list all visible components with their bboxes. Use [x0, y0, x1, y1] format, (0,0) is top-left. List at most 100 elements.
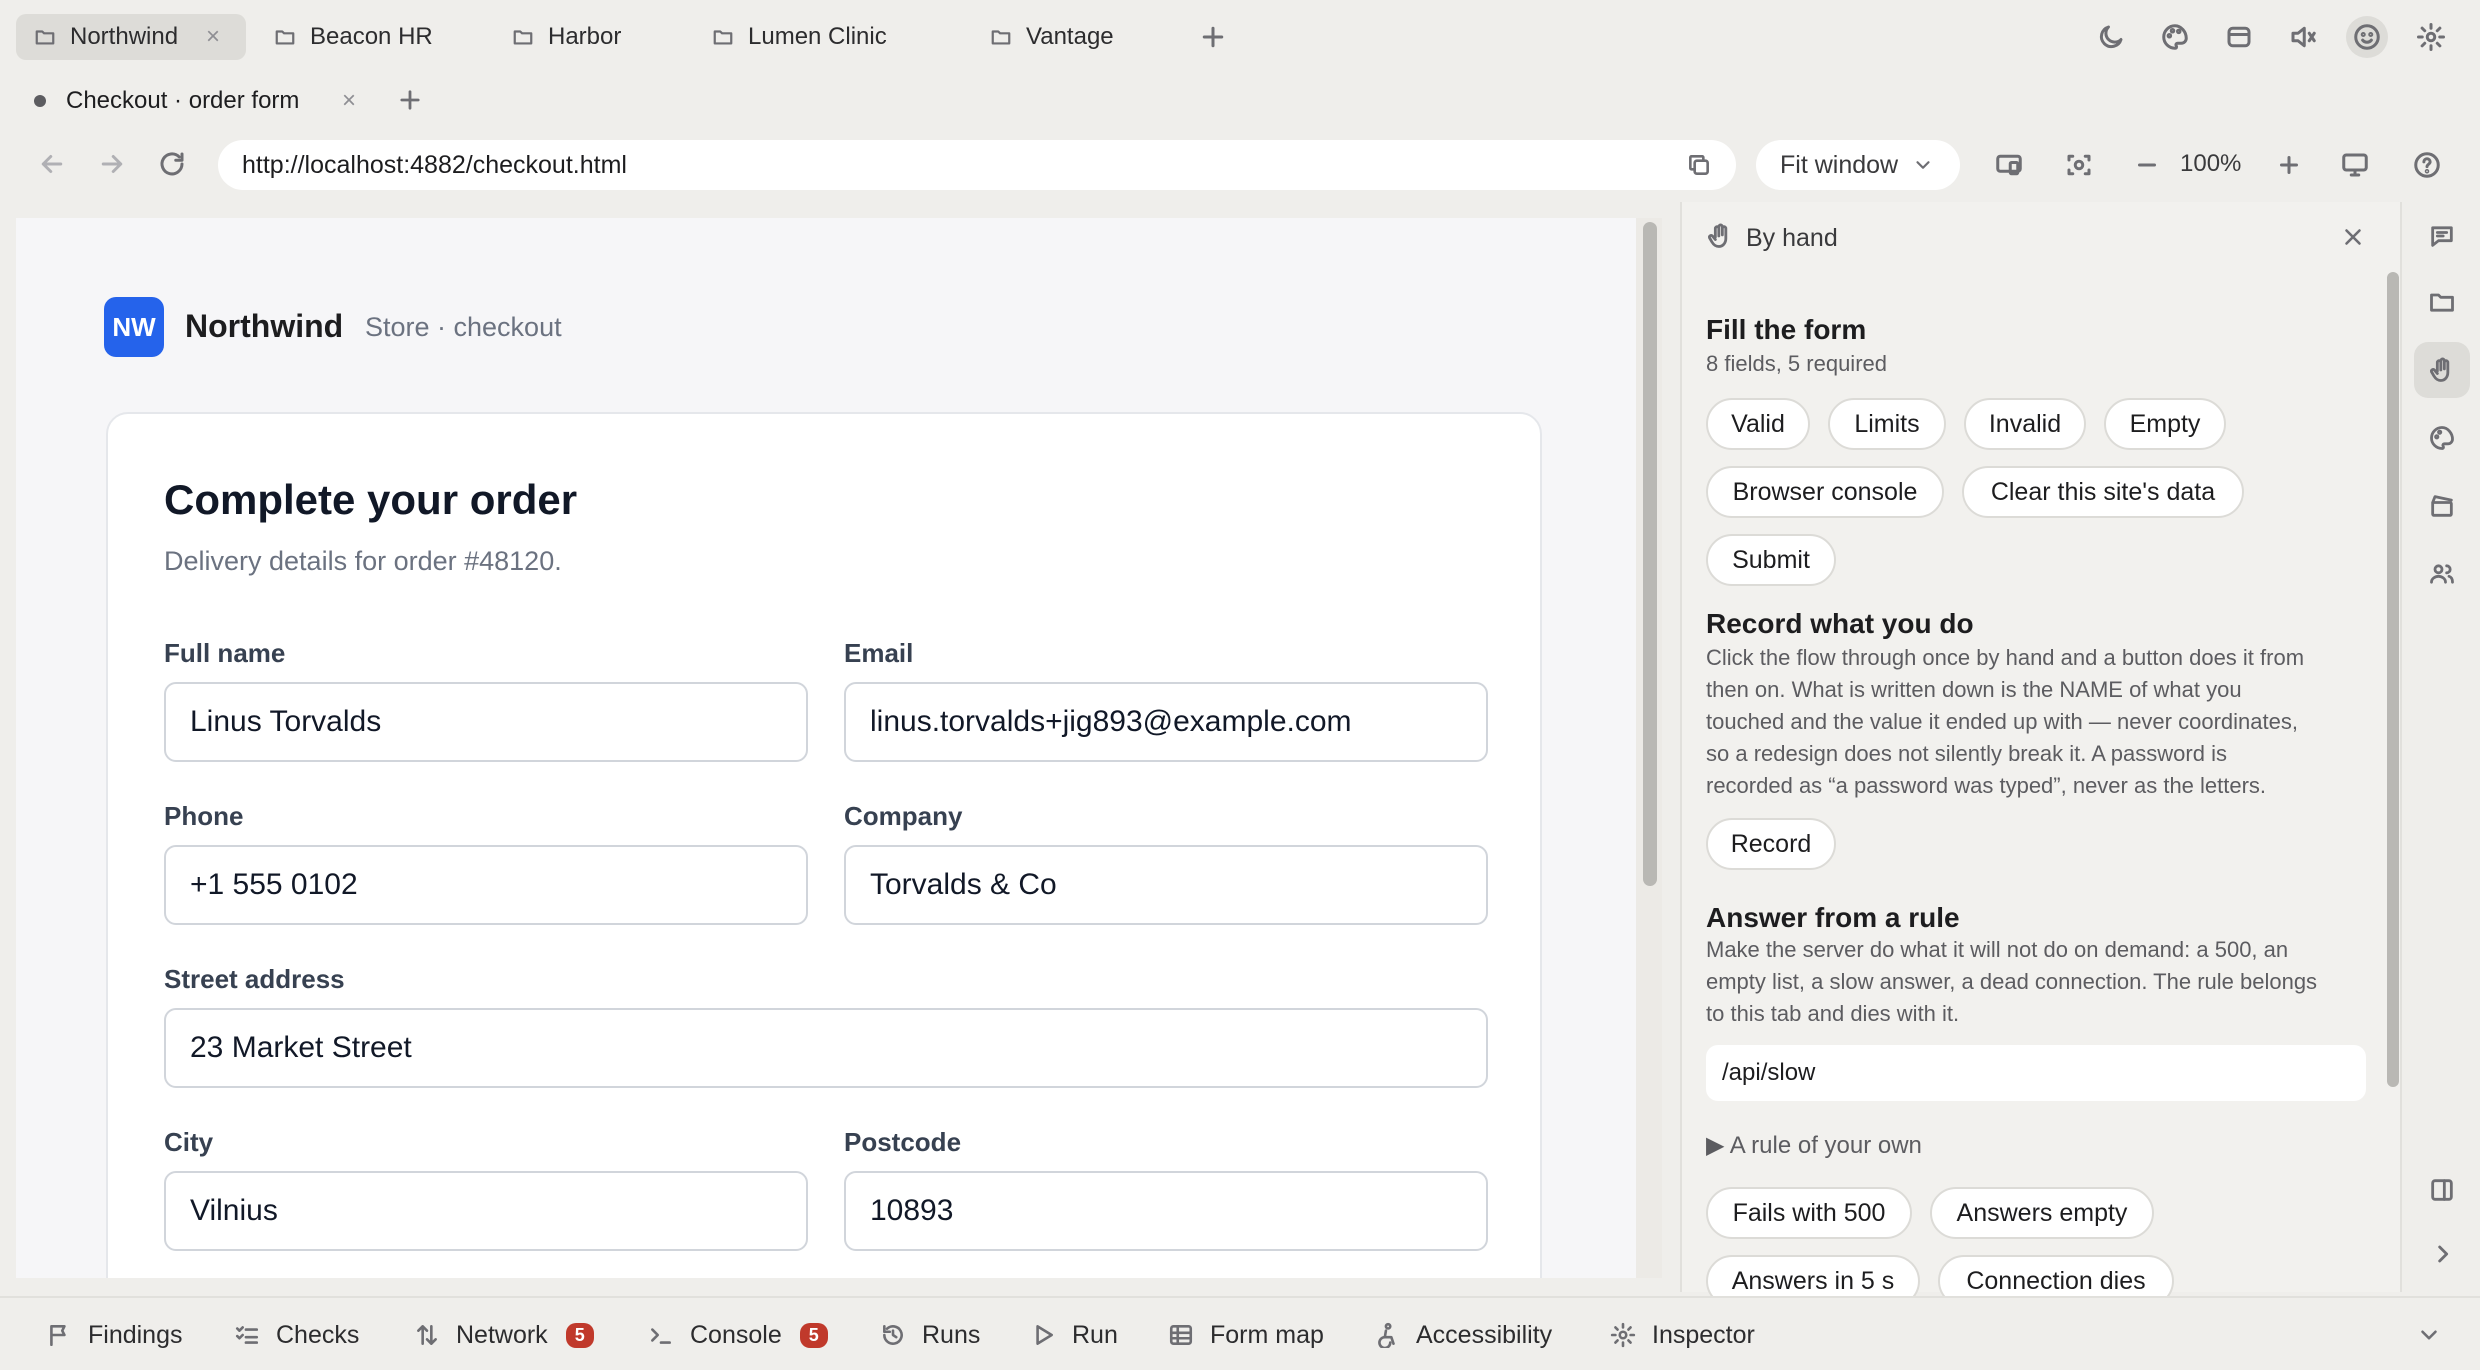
tab-label: Run	[1072, 1320, 1118, 1349]
page-viewport: NW Northwind Store · checkout Complete y…	[16, 218, 1636, 1278]
help-icon[interactable]	[2404, 142, 2450, 188]
address-row: http://localhost:4882/checkout.html Fit …	[0, 128, 2480, 200]
phone-label: Phone	[164, 801, 244, 831]
empty-button[interactable]: Empty	[2104, 398, 2226, 450]
browser-console-button[interactable]: Browser console	[1706, 466, 1944, 518]
workspace-tab-label: Beacon HR	[310, 23, 433, 50]
new-workspace-plus-icon[interactable]	[1192, 16, 1234, 58]
arrows-icon	[414, 1322, 440, 1348]
copy-icon[interactable]	[1686, 152, 1712, 178]
clapper-icon[interactable]	[2414, 478, 2470, 534]
network-count-badge: 5	[565, 1322, 594, 1348]
page-scrollbar-thumb[interactable]	[1643, 222, 1657, 886]
reload-icon[interactable]	[148, 140, 196, 188]
email-label: Email	[844, 638, 914, 668]
submit-button[interactable]: Submit	[1706, 534, 1836, 586]
palette-icon[interactable]	[2154, 16, 2196, 58]
workspace-tab-lumen-clinic[interactable]: Lumen Clinic	[694, 14, 905, 60]
back-arrow-icon[interactable]	[28, 140, 76, 188]
rule-path-input[interactable]: /api/slow	[1706, 1045, 2366, 1101]
own-rule-disclosure[interactable]: ▶ A rule of your own	[1706, 1131, 1922, 1160]
hand-icon[interactable]	[2414, 342, 2470, 398]
limits-button[interactable]: Limits	[1828, 398, 1946, 450]
answers-empty-button[interactable]: Answers empty	[1930, 1187, 2154, 1239]
tab-label: Runs	[922, 1320, 981, 1349]
folder-icon	[274, 26, 296, 48]
smiley-icon[interactable]	[2346, 16, 2388, 58]
collapse-panel-chevron-icon[interactable]	[2416, 1316, 2442, 1354]
url-text: http://localhost:4882/checkout.html	[242, 150, 627, 179]
fit-window-label: Fit window	[1780, 150, 1899, 179]
responsive-icon[interactable]	[1986, 142, 2032, 188]
email-input[interactable]: linus.torvalds+jig893@example.com	[844, 682, 1488, 762]
fit-window-select[interactable]: Fit window	[1756, 140, 1960, 190]
mute-icon[interactable]	[2282, 16, 2324, 58]
flag-icon	[46, 1322, 72, 1348]
tab-inspector[interactable]: Inspector	[1610, 1316, 1755, 1354]
screenshot-icon[interactable]	[2056, 142, 2102, 188]
workspace-tab-harbor[interactable]: Harbor	[494, 14, 639, 60]
url-field[interactable]: http://localhost:4882/checkout.html	[218, 140, 1736, 190]
valid-button[interactable]: Valid	[1706, 398, 1810, 450]
tab-runs[interactable]: Runs	[880, 1316, 980, 1354]
tab-accessibility[interactable]: Accessibility	[1374, 1316, 1552, 1354]
record-line: Click the flow through once by hand and …	[1706, 645, 2305, 670]
close-icon[interactable]: ×	[342, 87, 356, 115]
fails-500-button[interactable]: Fails with 500	[1706, 1187, 1912, 1239]
tab-network[interactable]: Network 5	[414, 1316, 594, 1354]
tab-checks[interactable]: Checks	[234, 1316, 359, 1354]
postcode-input[interactable]: 10893	[844, 1171, 1488, 1251]
clear-site-data-button[interactable]: Clear this site's data	[1962, 466, 2244, 518]
phone-input[interactable]: +1 555 0102	[164, 845, 808, 925]
invalid-button[interactable]: Invalid	[1964, 398, 2086, 450]
workspace-tab-label: Lumen Clinic	[748, 23, 887, 50]
tab-console[interactable]: Console 5	[648, 1316, 828, 1354]
workspace-tab-vantage[interactable]: Vantage	[972, 14, 1132, 60]
folder-icon[interactable]	[2414, 274, 2470, 330]
palette-icon[interactable]	[2414, 410, 2470, 466]
page-tab-checkout[interactable]: Checkout · order form ×	[16, 78, 374, 124]
tab-label: Findings	[88, 1320, 183, 1349]
panel-scrollbar-thumb[interactable]	[2387, 272, 2399, 1087]
bottom-tool-bar: Findings Checks Network 5 Console 5 Runs…	[0, 1296, 2480, 1370]
users-icon[interactable]	[2414, 546, 2470, 602]
comment-icon[interactable]	[2414, 208, 2470, 264]
rule-description: Make the server do what it will not do o…	[1706, 934, 2386, 1030]
tab-label: Accessibility	[1416, 1320, 1553, 1349]
checklist-icon	[234, 1322, 260, 1348]
sidebar-toggle-icon[interactable]	[2414, 1162, 2470, 1218]
tab-run[interactable]: Run	[1030, 1316, 1118, 1354]
page-tab-label: Checkout · order form	[66, 87, 300, 114]
record-line: recorded as “a password was typed”, neve…	[1706, 773, 2267, 798]
tab-findings[interactable]: Findings	[46, 1316, 183, 1354]
folder-icon	[34, 26, 56, 48]
gear-icon[interactable]	[2410, 16, 2452, 58]
form-title: Complete your order	[164, 476, 578, 523]
record-button[interactable]: Record	[1706, 818, 1836, 870]
folder-icon	[512, 26, 534, 48]
company-input[interactable]: Torvalds & Co	[844, 845, 1488, 925]
right-icon-sidebar	[2400, 202, 2480, 1292]
close-icon[interactable]	[2340, 224, 2366, 250]
forward-arrow-icon[interactable]	[88, 140, 136, 188]
street-address-input[interactable]: 23 Market Street	[164, 1008, 1488, 1088]
rule-line: Make the server do what it will not do o…	[1706, 937, 2289, 962]
new-tab-plus-icon[interactable]	[392, 82, 428, 118]
tab-form-map[interactable]: Form map	[1168, 1316, 1324, 1354]
chevron-right-icon[interactable]	[2414, 1226, 2470, 1282]
storage-icon[interactable]	[2218, 16, 2260, 58]
zoom-in-icon[interactable]	[2266, 142, 2312, 188]
moon-icon[interactable]	[2090, 16, 2132, 58]
form-subtitle: Delivery details for order #48120.	[164, 546, 562, 576]
city-input[interactable]: Vilnius	[164, 1171, 808, 1251]
workspace-tab-northwind[interactable]: Northwind ×	[16, 14, 246, 60]
close-icon[interactable]: ×	[206, 25, 220, 49]
full-name-label: Full name	[164, 638, 286, 668]
inspector-icon	[1610, 1322, 1636, 1348]
workspace-tab-beacon-hr[interactable]: Beacon HR	[256, 14, 451, 60]
record-title: Record what you do	[1706, 608, 1974, 639]
zoom-out-icon[interactable]	[2124, 142, 2170, 188]
full-name-input[interactable]: Linus Torvalds	[164, 682, 808, 762]
desktop-icon[interactable]	[2332, 142, 2378, 188]
company-label: Company	[844, 801, 963, 831]
